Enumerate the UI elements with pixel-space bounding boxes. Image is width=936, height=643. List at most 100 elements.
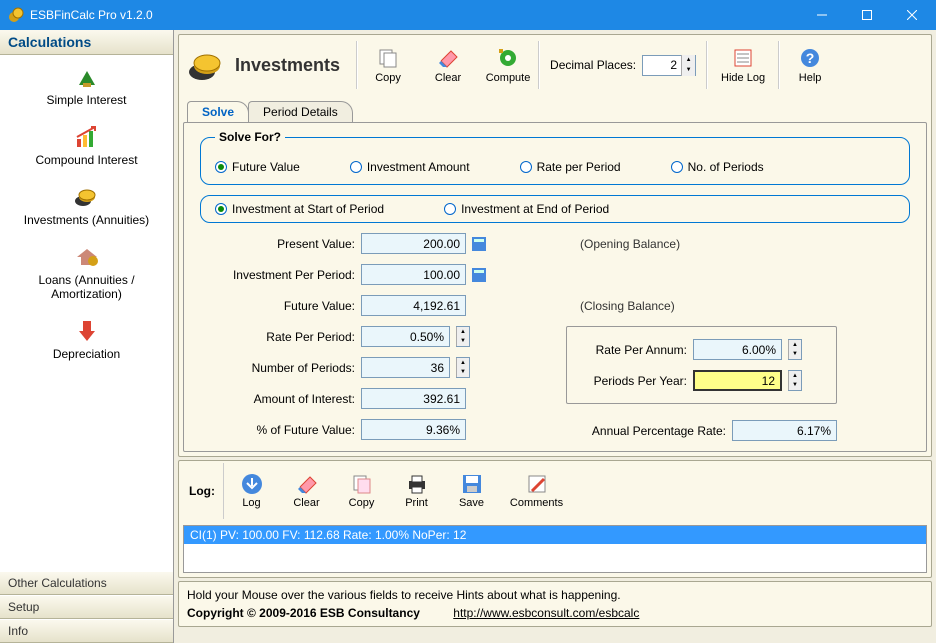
arrow-down-icon xyxy=(73,319,101,343)
log-line: CI(1) PV: 100.00 FV: 112.68 Rate: 1.00% … xyxy=(184,526,926,544)
spin-down[interactable]: ▼ xyxy=(681,65,695,76)
statusbar: Hold your Mouse over the various fields … xyxy=(178,581,932,627)
label-present-value: Present Value: xyxy=(200,237,355,251)
minimize-button[interactable] xyxy=(799,0,844,30)
annual-box: Rate Per Annum:▲▼ Periods Per Year:▲▼ xyxy=(566,326,837,404)
spin-down[interactable]: ▼ xyxy=(456,337,469,347)
label-periods-per-year: Periods Per Year: xyxy=(577,374,687,388)
copy-icon xyxy=(375,46,401,70)
radio-rate-per-period[interactable]: Rate per Period xyxy=(520,160,621,174)
label-apr: Annual Percentage Rate: xyxy=(566,424,726,438)
percent-future-value-input[interactable] xyxy=(361,419,466,440)
decimal-places-group: Decimal Places: ▲▼ xyxy=(540,37,706,93)
sidebar-item-depreciation[interactable]: Depreciation xyxy=(0,309,173,369)
number-of-periods-input[interactable] xyxy=(361,357,450,378)
sidebar-section-info[interactable]: Info xyxy=(0,619,173,643)
page-title: Investments xyxy=(235,55,340,76)
copyright-text: Copyright © 2009-2016 ESB Consultancy xyxy=(187,606,420,620)
radio-dot-icon xyxy=(671,161,683,173)
compute-button[interactable]: Compute xyxy=(478,37,538,93)
amount-of-interest-input[interactable] xyxy=(361,388,466,409)
label-amount-of-interest: Amount of Interest: xyxy=(200,392,355,406)
hint-text: Hold your Mouse over the various fields … xyxy=(187,586,923,604)
label-number-of-periods: Number of Periods: xyxy=(200,361,355,375)
sidebar-item-compound-interest[interactable]: Compound Interest xyxy=(0,115,173,175)
solve-tab-body: Solve For? Future Value Investment Amoun… xyxy=(183,122,927,452)
solve-for-group: Solve For? Future Value Investment Amoun… xyxy=(200,137,910,185)
tabstrip: Solve Period Details xyxy=(187,101,931,122)
radio-start-of-period[interactable]: Investment at Start of Period xyxy=(215,202,384,216)
log-clear-button[interactable]: Clear xyxy=(279,473,334,509)
website-link[interactable]: http://www.esbconsult.com/esbcalc xyxy=(453,606,639,620)
closing-balance-label: (Closing Balance) xyxy=(566,299,675,313)
rate-per-period-input[interactable] xyxy=(361,326,450,347)
sidebar-header: Calculations xyxy=(0,30,173,55)
calculator-icon[interactable] xyxy=(472,268,486,282)
label-future-value: Future Value: xyxy=(200,299,355,313)
loan-icon xyxy=(73,245,101,269)
spin-up[interactable]: ▲ xyxy=(456,358,469,368)
sidebar-item-loans[interactable]: Loans (Annuities / Amortization) xyxy=(0,235,173,309)
radio-dot-icon xyxy=(350,161,362,173)
radio-no-of-periods[interactable]: No. of Periods xyxy=(671,160,764,174)
save-icon xyxy=(461,473,483,495)
log-comments-button[interactable]: Comments xyxy=(499,473,574,509)
future-value-input[interactable] xyxy=(361,295,466,316)
label-investment-per-period: Investment Per Period: xyxy=(200,268,355,282)
present-value-input[interactable] xyxy=(361,233,466,254)
tab-solve[interactable]: Solve xyxy=(187,101,249,122)
close-button[interactable] xyxy=(889,0,934,30)
sidebar-item-label: Investments (Annuities) xyxy=(24,213,149,227)
top-panel: Investments Copy Clear Compute Decimal P… xyxy=(178,34,932,457)
sidebar-item-investments[interactable]: Investments (Annuities) xyxy=(0,175,173,235)
hide-log-button[interactable]: Hide Log xyxy=(708,37,778,93)
timing-group: Investment at Start of Period Investment… xyxy=(200,195,910,223)
sidebar-item-label: Loans (Annuities / Amortization) xyxy=(4,273,169,301)
calc-list: Simple Interest Compound Interest Invest… xyxy=(0,55,173,571)
tab-period-details[interactable]: Period Details xyxy=(248,101,353,122)
sidebar-section-other[interactable]: Other Calculations xyxy=(0,571,173,595)
log-copy-button[interactable]: Copy xyxy=(334,473,389,509)
help-button[interactable]: ?Help xyxy=(780,37,840,93)
clear-button[interactable]: Clear xyxy=(418,37,478,93)
decimal-places-input[interactable]: ▲▼ xyxy=(642,55,696,76)
log-print-button[interactable]: Print xyxy=(389,473,444,509)
copy-icon xyxy=(351,473,373,495)
maximize-button[interactable] xyxy=(844,0,889,30)
money-up-icon xyxy=(73,65,101,89)
spin-up[interactable]: ▲ xyxy=(788,371,801,381)
note-icon xyxy=(526,473,548,495)
spin-down[interactable]: ▼ xyxy=(788,350,801,360)
radio-future-value[interactable]: Future Value xyxy=(215,160,300,174)
decimal-places-field[interactable] xyxy=(643,58,681,72)
toolbar: Investments Copy Clear Compute Decimal P… xyxy=(179,35,931,95)
spin-down[interactable]: ▼ xyxy=(456,368,469,378)
apr-input[interactable] xyxy=(732,420,837,441)
radio-end-of-period[interactable]: Investment at End of Period xyxy=(444,202,609,216)
sidebar-item-label: Depreciation xyxy=(53,347,120,361)
radio-dot-icon xyxy=(215,161,227,173)
sidebar-section-setup[interactable]: Setup xyxy=(0,595,173,619)
sidebar-item-simple-interest[interactable]: Simple Interest xyxy=(0,55,173,115)
decimal-places-label: Decimal Places: xyxy=(550,58,636,72)
log-output[interactable]: CI(1) PV: 100.00 FV: 112.68 Rate: 1.00% … xyxy=(183,525,927,573)
solve-for-legend: Solve For? xyxy=(215,130,285,144)
investment-per-period-input[interactable] xyxy=(361,264,466,285)
eraser-icon xyxy=(296,473,318,495)
label-rate-per-annum: Rate Per Annum: xyxy=(577,343,687,357)
bar-chart-up-icon xyxy=(73,125,101,149)
app-icon xyxy=(8,7,24,23)
spin-up[interactable]: ▲ xyxy=(788,340,801,350)
log-save-button[interactable]: Save xyxy=(444,473,499,509)
coins-icon xyxy=(187,48,227,82)
copy-button[interactable]: Copy xyxy=(358,37,418,93)
radio-investment-amount[interactable]: Investment Amount xyxy=(350,160,470,174)
spin-up[interactable]: ▲ xyxy=(681,55,695,66)
log-button[interactable]: Log xyxy=(224,473,279,509)
spin-up[interactable]: ▲ xyxy=(456,327,469,337)
calculator-icon[interactable] xyxy=(472,237,486,251)
periods-per-year-input[interactable] xyxy=(693,370,782,391)
rate-per-annum-input[interactable] xyxy=(693,339,782,360)
printer-icon xyxy=(406,473,428,495)
spin-down[interactable]: ▼ xyxy=(788,381,801,391)
